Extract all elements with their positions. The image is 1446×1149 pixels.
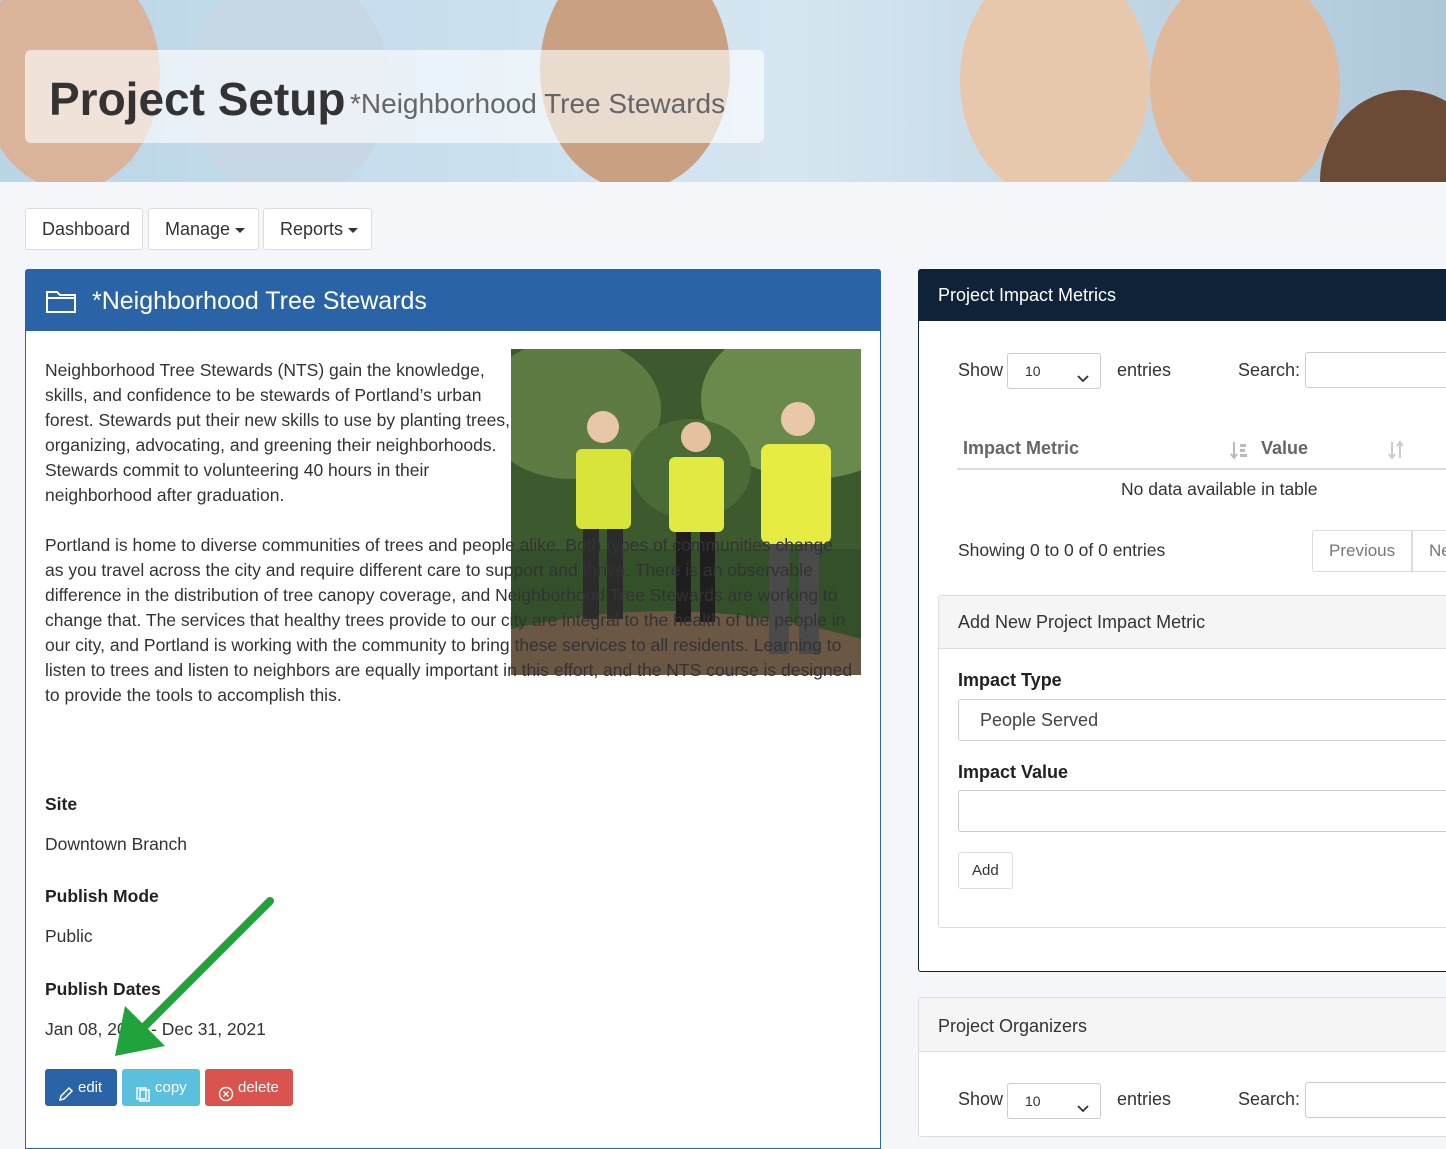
- entries-label: entries: [1117, 360, 1172, 380]
- project-organizers-panel: Project Organizers Show 10 entries Searc…: [918, 997, 1446, 1137]
- banner-photo-face: [960, 0, 1150, 182]
- publish-mode-value: Public: [45, 926, 93, 946]
- chevron-down-icon: [1076, 363, 1090, 397]
- show-label: Show: [958, 360, 1004, 380]
- impact-type-value: People Served: [980, 710, 1099, 730]
- project-description-p1: Neighborhood Tree Stewards (NTS) gain th…: [45, 360, 510, 505]
- pencil-icon: [58, 1079, 74, 1116]
- next-button[interactable]: Next: [1412, 530, 1446, 572]
- table-info: Showing 0 to 0 of 0 entries: [958, 540, 1166, 560]
- site-label: Site: [45, 794, 78, 814]
- banner-photo-face: [1320, 90, 1446, 182]
- show-label: Show: [958, 1089, 1004, 1109]
- copy-button[interactable]: copy: [122, 1069, 200, 1106]
- search-label: Search:: [1238, 1089, 1301, 1109]
- impact-type-label: Impact Type: [958, 670, 1062, 690]
- project-organizers-title: Project Organizers: [938, 1016, 1088, 1036]
- impact-metrics-title: Project Impact Metrics: [938, 285, 1117, 305]
- close-circle-icon: [218, 1079, 234, 1116]
- sort-desc-icon[interactable]: [1230, 440, 1248, 465]
- title-box: Project Setup *Neighborhood Tree Steward…: [25, 50, 764, 143]
- folder-icon: [45, 288, 77, 319]
- table-empty-message: No data available in table: [1121, 479, 1318, 499]
- delete-label: delete: [238, 1079, 279, 1096]
- project-organizers-header: Project Organizers: [919, 998, 1446, 1052]
- search-label: Search:: [1238, 360, 1301, 380]
- impact-value-input[interactable]: [958, 790, 1446, 832]
- caret-down-icon: [235, 227, 246, 233]
- project-name: *Neighborhood Tree Stewards: [92, 287, 427, 315]
- edit-button[interactable]: edit: [45, 1069, 117, 1106]
- copy-icon: [135, 1079, 151, 1116]
- previous-button[interactable]: Previous: [1312, 530, 1413, 572]
- manage-dropdown[interactable]: Manage: [148, 208, 259, 250]
- table-header-divider: [957, 468, 1446, 470]
- project-panel-header: *Neighborhood Tree Stewards: [26, 270, 880, 331]
- add-metric-header: Add New Project Impact Metric: [939, 596, 1446, 649]
- delete-button[interactable]: delete: [205, 1069, 293, 1106]
- organizers-entries-select[interactable]: 10: [1007, 1083, 1101, 1119]
- page-subtitle: *Neighborhood Tree Stewards: [350, 88, 726, 119]
- manage-label: Manage: [165, 219, 231, 239]
- add-metric-panel: Add New Project Impact Metric Impact Typ…: [938, 595, 1446, 928]
- add-label: Add: [972, 862, 999, 879]
- reports-dropdown[interactable]: Reports: [263, 208, 372, 250]
- page-title: Project Setup: [49, 73, 346, 125]
- sort-icon[interactable]: [1387, 440, 1405, 465]
- reports-label: Reports: [280, 219, 344, 239]
- impact-type-select[interactable]: People Served: [958, 699, 1446, 741]
- entries-select[interactable]: 10: [1007, 353, 1101, 389]
- header-banner: Project Setup *Neighborhood Tree Steward…: [0, 0, 1446, 182]
- col-impact-metric[interactable]: Impact Metric: [963, 438, 1079, 459]
- add-metric-title: Add New Project Impact Metric: [958, 612, 1206, 632]
- organizers-entries-value: 10: [1025, 1093, 1041, 1109]
- dashboard-button[interactable]: Dashboard: [25, 208, 143, 250]
- caret-down-icon: [348, 227, 359, 233]
- copy-label: copy: [155, 1079, 187, 1096]
- dashboard-label: Dashboard: [42, 219, 131, 239]
- edit-label: edit: [78, 1079, 103, 1096]
- previous-label: Previous: [1329, 541, 1396, 560]
- project-description-p2: Portland is home to diverse communities …: [45, 535, 853, 705]
- search-input[interactable]: [1305, 352, 1446, 388]
- next-label: Next: [1429, 541, 1446, 560]
- organizers-search-input[interactable]: [1305, 1082, 1446, 1118]
- col-value[interactable]: Value: [1261, 438, 1308, 459]
- banner-photo-face: [1150, 0, 1340, 182]
- add-button[interactable]: Add: [958, 852, 1013, 889]
- site-value: Downtown Branch: [45, 834, 188, 854]
- impact-value-label: Impact Value: [958, 762, 1069, 782]
- entries-label: entries: [1117, 1089, 1172, 1109]
- impact-metrics-header: Project Impact Metrics: [919, 270, 1446, 321]
- impact-metrics-panel: Project Impact Metrics Show 10 entries S…: [918, 269, 1446, 972]
- entries-select-value: 10: [1025, 363, 1041, 379]
- arrow-icon: [105, 893, 280, 1073]
